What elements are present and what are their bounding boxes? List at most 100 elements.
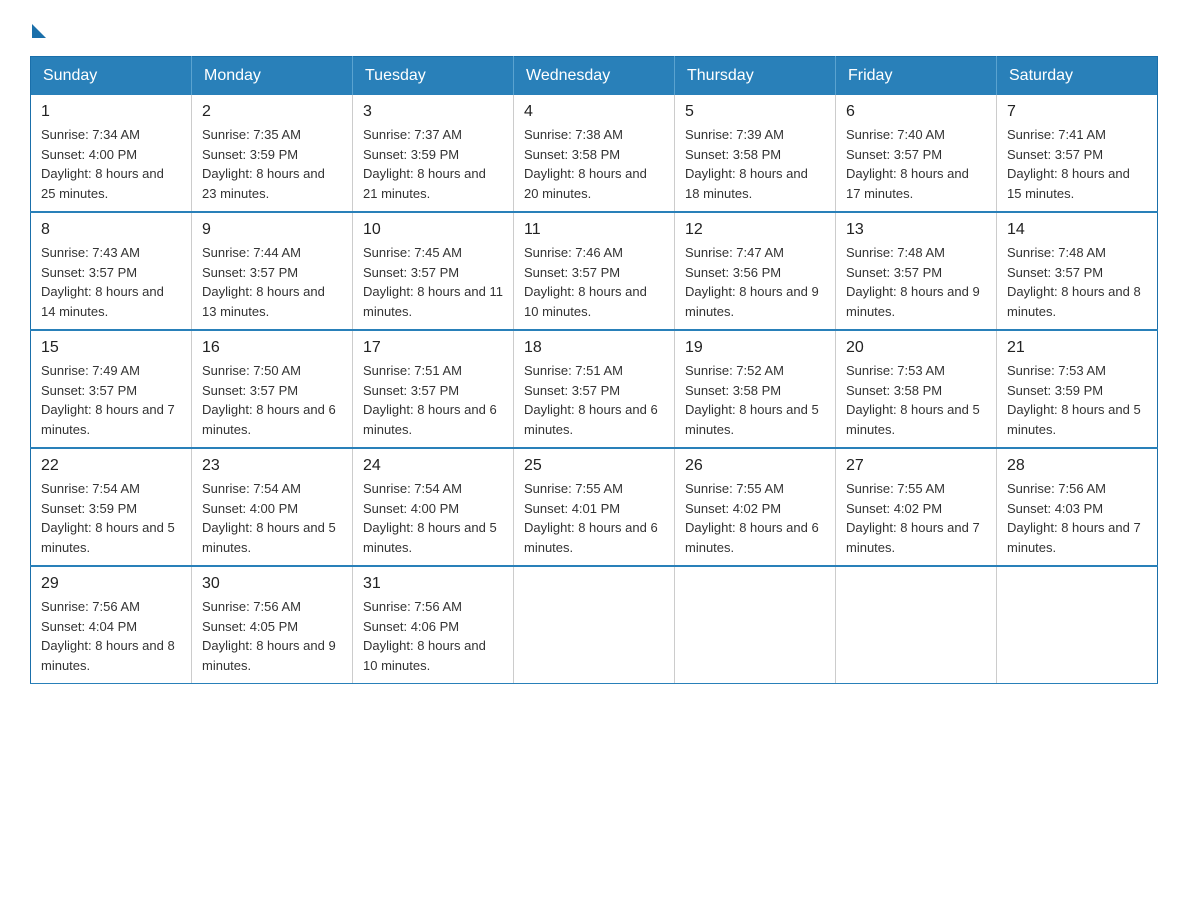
calendar-table: SundayMondayTuesdayWednesdayThursdayFrid… (30, 56, 1158, 684)
day-number: 25 (524, 457, 664, 475)
day-info: Sunrise: 7:54 AMSunset: 3:59 PMDaylight:… (41, 481, 175, 555)
calendar-day: 1 Sunrise: 7:34 AMSunset: 4:00 PMDayligh… (31, 95, 192, 212)
calendar-header: SundayMondayTuesdayWednesdayThursdayFrid… (31, 57, 1158, 96)
day-number: 7 (1007, 103, 1147, 121)
calendar-day (997, 566, 1158, 684)
calendar-week-3: 15 Sunrise: 7:49 AMSunset: 3:57 PMDaylig… (31, 330, 1158, 448)
day-number: 8 (41, 221, 181, 239)
calendar-day: 16 Sunrise: 7:50 AMSunset: 3:57 PMDaylig… (192, 330, 353, 448)
day-number: 1 (41, 103, 181, 121)
calendar-week-5: 29 Sunrise: 7:56 AMSunset: 4:04 PMDaylig… (31, 566, 1158, 684)
day-number: 30 (202, 575, 342, 593)
calendar-day: 2 Sunrise: 7:35 AMSunset: 3:59 PMDayligh… (192, 95, 353, 212)
day-number: 9 (202, 221, 342, 239)
day-info: Sunrise: 7:41 AMSunset: 3:57 PMDaylight:… (1007, 127, 1130, 201)
calendar-day: 19 Sunrise: 7:52 AMSunset: 3:58 PMDaylig… (675, 330, 836, 448)
day-info: Sunrise: 7:51 AMSunset: 3:57 PMDaylight:… (363, 363, 497, 437)
logo (30, 20, 46, 38)
calendar-day: 13 Sunrise: 7:48 AMSunset: 3:57 PMDaylig… (836, 212, 997, 330)
day-number: 26 (685, 457, 825, 475)
logo-arrow-icon (32, 24, 46, 38)
day-info: Sunrise: 7:54 AMSunset: 4:00 PMDaylight:… (363, 481, 497, 555)
calendar-day (675, 566, 836, 684)
day-info: Sunrise: 7:56 AMSunset: 4:05 PMDaylight:… (202, 599, 336, 673)
day-number: 18 (524, 339, 664, 357)
day-info: Sunrise: 7:56 AMSunset: 4:06 PMDaylight:… (363, 599, 486, 673)
calendar-week-1: 1 Sunrise: 7:34 AMSunset: 4:00 PMDayligh… (31, 95, 1158, 212)
day-info: Sunrise: 7:35 AMSunset: 3:59 PMDaylight:… (202, 127, 325, 201)
day-number: 27 (846, 457, 986, 475)
calendar-day: 31 Sunrise: 7:56 AMSunset: 4:06 PMDaylig… (353, 566, 514, 684)
day-info: Sunrise: 7:55 AMSunset: 4:02 PMDaylight:… (685, 481, 819, 555)
day-number: 21 (1007, 339, 1147, 357)
day-info: Sunrise: 7:47 AMSunset: 3:56 PMDaylight:… (685, 245, 819, 319)
day-info: Sunrise: 7:54 AMSunset: 4:00 PMDaylight:… (202, 481, 336, 555)
day-info: Sunrise: 7:53 AMSunset: 3:58 PMDaylight:… (846, 363, 980, 437)
calendar-day (514, 566, 675, 684)
day-info: Sunrise: 7:34 AMSunset: 4:00 PMDaylight:… (41, 127, 164, 201)
calendar-day: 30 Sunrise: 7:56 AMSunset: 4:05 PMDaylig… (192, 566, 353, 684)
day-info: Sunrise: 7:48 AMSunset: 3:57 PMDaylight:… (846, 245, 980, 319)
calendar-day: 10 Sunrise: 7:45 AMSunset: 3:57 PMDaylig… (353, 212, 514, 330)
day-number: 3 (363, 103, 503, 121)
day-info: Sunrise: 7:37 AMSunset: 3:59 PMDaylight:… (363, 127, 486, 201)
day-number: 5 (685, 103, 825, 121)
day-info: Sunrise: 7:50 AMSunset: 3:57 PMDaylight:… (202, 363, 336, 437)
calendar-day: 8 Sunrise: 7:43 AMSunset: 3:57 PMDayligh… (31, 212, 192, 330)
day-number: 29 (41, 575, 181, 593)
day-number: 19 (685, 339, 825, 357)
day-number: 15 (41, 339, 181, 357)
day-number: 10 (363, 221, 503, 239)
calendar-day: 22 Sunrise: 7:54 AMSunset: 3:59 PMDaylig… (31, 448, 192, 566)
day-number: 20 (846, 339, 986, 357)
calendar-day: 28 Sunrise: 7:56 AMSunset: 4:03 PMDaylig… (997, 448, 1158, 566)
day-number: 6 (846, 103, 986, 121)
day-number: 16 (202, 339, 342, 357)
calendar-day: 25 Sunrise: 7:55 AMSunset: 4:01 PMDaylig… (514, 448, 675, 566)
calendar-body: 1 Sunrise: 7:34 AMSunset: 4:00 PMDayligh… (31, 95, 1158, 684)
day-number: 4 (524, 103, 664, 121)
day-number: 12 (685, 221, 825, 239)
day-info: Sunrise: 7:56 AMSunset: 4:04 PMDaylight:… (41, 599, 175, 673)
calendar-day: 24 Sunrise: 7:54 AMSunset: 4:00 PMDaylig… (353, 448, 514, 566)
day-info: Sunrise: 7:51 AMSunset: 3:57 PMDaylight:… (524, 363, 658, 437)
weekday-row: SundayMondayTuesdayWednesdayThursdayFrid… (31, 57, 1158, 96)
weekday-header-monday: Monday (192, 57, 353, 96)
calendar-day: 15 Sunrise: 7:49 AMSunset: 3:57 PMDaylig… (31, 330, 192, 448)
day-info: Sunrise: 7:38 AMSunset: 3:58 PMDaylight:… (524, 127, 647, 201)
day-info: Sunrise: 7:55 AMSunset: 4:01 PMDaylight:… (524, 481, 658, 555)
day-number: 24 (363, 457, 503, 475)
weekday-header-wednesday: Wednesday (514, 57, 675, 96)
calendar-day: 9 Sunrise: 7:44 AMSunset: 3:57 PMDayligh… (192, 212, 353, 330)
weekday-header-friday: Friday (836, 57, 997, 96)
calendar-day (836, 566, 997, 684)
weekday-header-tuesday: Tuesday (353, 57, 514, 96)
calendar-day: 27 Sunrise: 7:55 AMSunset: 4:02 PMDaylig… (836, 448, 997, 566)
day-number: 14 (1007, 221, 1147, 239)
calendar-day: 14 Sunrise: 7:48 AMSunset: 3:57 PMDaylig… (997, 212, 1158, 330)
day-info: Sunrise: 7:39 AMSunset: 3:58 PMDaylight:… (685, 127, 808, 201)
weekday-header-thursday: Thursday (675, 57, 836, 96)
calendar-day: 23 Sunrise: 7:54 AMSunset: 4:00 PMDaylig… (192, 448, 353, 566)
calendar-day: 3 Sunrise: 7:37 AMSunset: 3:59 PMDayligh… (353, 95, 514, 212)
day-info: Sunrise: 7:48 AMSunset: 3:57 PMDaylight:… (1007, 245, 1141, 319)
calendar-day: 17 Sunrise: 7:51 AMSunset: 3:57 PMDaylig… (353, 330, 514, 448)
day-number: 23 (202, 457, 342, 475)
calendar-day: 18 Sunrise: 7:51 AMSunset: 3:57 PMDaylig… (514, 330, 675, 448)
day-number: 28 (1007, 457, 1147, 475)
day-info: Sunrise: 7:40 AMSunset: 3:57 PMDaylight:… (846, 127, 969, 201)
day-info: Sunrise: 7:55 AMSunset: 4:02 PMDaylight:… (846, 481, 980, 555)
day-info: Sunrise: 7:46 AMSunset: 3:57 PMDaylight:… (524, 245, 647, 319)
calendar-day: 12 Sunrise: 7:47 AMSunset: 3:56 PMDaylig… (675, 212, 836, 330)
day-info: Sunrise: 7:49 AMSunset: 3:57 PMDaylight:… (41, 363, 175, 437)
day-info: Sunrise: 7:52 AMSunset: 3:58 PMDaylight:… (685, 363, 819, 437)
calendar-day: 29 Sunrise: 7:56 AMSunset: 4:04 PMDaylig… (31, 566, 192, 684)
day-number: 22 (41, 457, 181, 475)
day-number: 31 (363, 575, 503, 593)
day-info: Sunrise: 7:56 AMSunset: 4:03 PMDaylight:… (1007, 481, 1141, 555)
page-header (30, 20, 1158, 38)
day-number: 11 (524, 221, 664, 239)
calendar-day: 26 Sunrise: 7:55 AMSunset: 4:02 PMDaylig… (675, 448, 836, 566)
day-info: Sunrise: 7:53 AMSunset: 3:59 PMDaylight:… (1007, 363, 1141, 437)
calendar-day: 7 Sunrise: 7:41 AMSunset: 3:57 PMDayligh… (997, 95, 1158, 212)
